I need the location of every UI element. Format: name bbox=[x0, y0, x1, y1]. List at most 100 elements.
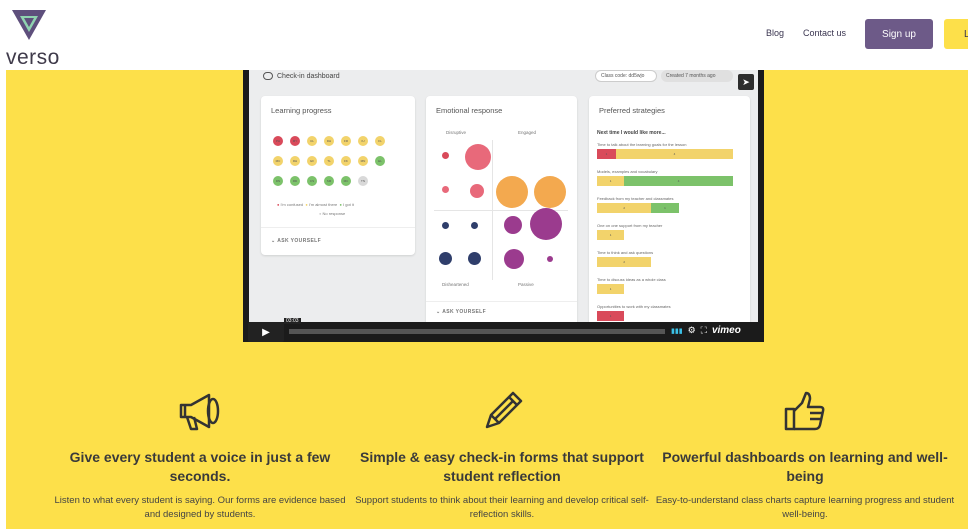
nav-contact-us[interactable]: Contact us bbox=[803, 28, 846, 38]
bubble bbox=[468, 252, 481, 265]
student-dot[interactable]: CS bbox=[307, 176, 317, 186]
bubble bbox=[534, 176, 566, 208]
time-indicator: 03:03 bbox=[284, 318, 301, 324]
strategies-heading: Next time I would like more... bbox=[597, 130, 666, 136]
nav-blog[interactable]: Blog bbox=[766, 28, 784, 38]
strategy-bar-segment: 1 bbox=[597, 176, 625, 186]
student-dot[interactable]: GF bbox=[307, 156, 317, 166]
student-dot[interactable]: FK bbox=[341, 156, 351, 166]
strategy-label: Models, examples and vocabulary bbox=[597, 169, 658, 174]
strategy-bar: 1 bbox=[597, 311, 625, 321]
card-title: Learning progress bbox=[271, 106, 332, 115]
student-dot[interactable]: MC bbox=[341, 176, 351, 186]
student-dot[interactable]: CL bbox=[307, 136, 317, 146]
student-dot[interactable]: PH bbox=[273, 136, 283, 146]
ask-yourself-toggle[interactable]: ⌄ ASK YOURSELF bbox=[271, 238, 321, 244]
emotional-response-card: Emotional response Disruptive Engaged Di… bbox=[426, 96, 577, 322]
strategy-bar: 1 bbox=[597, 284, 625, 294]
quadrant-label: Passive bbox=[518, 282, 534, 287]
feature-description: Listen to what every student is saying. … bbox=[54, 495, 346, 520]
feature-dashboards: Powerful dashboards on learning and well… bbox=[655, 387, 955, 522]
play-button[interactable]: ▶ bbox=[248, 322, 284, 342]
preferred-strategies-card: Preferred strategies Next time I would l… bbox=[589, 96, 750, 322]
card-title: Emotional response bbox=[436, 106, 503, 115]
feature-title: Give every student a voice in just a few… bbox=[69, 449, 331, 484]
strategy-bar-segment: 4 bbox=[624, 176, 733, 186]
legend-almost: I'm almost there bbox=[308, 202, 338, 207]
strategy-bar-segment: 1 bbox=[597, 311, 625, 321]
send-icon[interactable]: ➤ bbox=[738, 74, 754, 90]
megaphone-icon bbox=[175, 387, 225, 437]
divider bbox=[261, 227, 415, 228]
logo-icon bbox=[12, 10, 46, 40]
ask-label: ASK YOURSELF bbox=[442, 309, 487, 315]
video-screen[interactable]: Check-in dashboard Class code: dd5wjo Cr… bbox=[249, 70, 758, 322]
dashboard-title: Check-in dashboard bbox=[263, 72, 340, 80]
strategy-bar-segment: 1 bbox=[597, 149, 617, 159]
site-header: verso Blog Contact us Sign up L bbox=[0, 0, 968, 70]
bubble bbox=[471, 222, 478, 229]
student-dot[interactable]: SM bbox=[324, 176, 334, 186]
bubble bbox=[504, 216, 522, 234]
student-dot[interactable]: TN bbox=[358, 176, 368, 186]
strategy-bar: 21 bbox=[597, 203, 679, 213]
strategy-label: Time to think and ask questions bbox=[597, 250, 654, 255]
strategy-bar-segment: 1 bbox=[651, 203, 679, 213]
logo-text: verso bbox=[6, 46, 60, 69]
video-controls: ▶ 03:03 ▮▮▮ ⚙ ⛶ vimeo bbox=[243, 318, 764, 342]
strategy-label: Feedback from my teacher and classmates bbox=[597, 196, 674, 201]
bubble bbox=[442, 186, 449, 193]
chat-bubble-icon bbox=[263, 72, 273, 80]
card-title: Preferred strategies bbox=[599, 106, 665, 115]
student-dot[interactable]: TL bbox=[324, 156, 334, 166]
feature-title: Powerful dashboards on learning and well… bbox=[662, 449, 948, 484]
progress-track[interactable] bbox=[289, 329, 665, 334]
legend: ● I'm confused ● I'm almost there ● I go… bbox=[277, 202, 354, 207]
bubble bbox=[442, 222, 449, 229]
student-dot[interactable]: DH bbox=[324, 136, 334, 146]
student-dot[interactable]: MY bbox=[290, 136, 300, 146]
control-icons: ▮▮▮ ⚙ ⛶ vimeo bbox=[671, 325, 741, 336]
quadrant-label: Engaged bbox=[518, 130, 537, 135]
strategy-bar: 2 bbox=[597, 257, 652, 267]
student-dot[interactable]: FR bbox=[341, 136, 351, 146]
vimeo-logo[interactable]: vimeo bbox=[712, 325, 741, 336]
student-dot[interactable]: RH bbox=[290, 156, 300, 166]
feature-description: Easy-to-understand class charts capture … bbox=[655, 495, 955, 520]
fullscreen-icon[interactable]: ⛶ bbox=[701, 325, 707, 336]
strategy-bar: 14 bbox=[597, 176, 733, 186]
bubble bbox=[547, 256, 553, 262]
thumbs-up-icon bbox=[780, 387, 830, 437]
strategy-label: Opportunities to work with my classmates bbox=[597, 304, 671, 309]
strategy-bar: 1 bbox=[597, 230, 625, 240]
student-dot[interactable]: EL bbox=[375, 156, 385, 166]
student-dot[interactable]: MN bbox=[358, 156, 368, 166]
bubble bbox=[530, 208, 562, 240]
bubble bbox=[470, 184, 484, 198]
logo[interactable]: verso bbox=[6, 8, 66, 69]
bubble bbox=[504, 249, 524, 269]
ask-label: ASK YOURSELF bbox=[277, 238, 322, 244]
legend-no-response: No response bbox=[322, 211, 346, 216]
settings-icon[interactable]: ⚙ bbox=[688, 325, 696, 336]
divider bbox=[426, 301, 577, 302]
login-button[interactable]: L bbox=[944, 19, 968, 49]
quadrant-label: Disruptive bbox=[446, 130, 467, 135]
student-dot[interactable]: IU bbox=[358, 136, 368, 146]
student-dot[interactable]: RD bbox=[290, 176, 300, 186]
dashboard-title-text: Check-in dashboard bbox=[277, 72, 340, 80]
legend-got-it: I got it bbox=[343, 202, 354, 207]
strategy-bar-segment: 2 bbox=[597, 257, 652, 267]
sign-up-button[interactable]: Sign up bbox=[865, 19, 933, 49]
ask-yourself-toggle[interactable]: ⌄ ASK YOURSELF bbox=[436, 309, 486, 315]
student-dot[interactable]: MC bbox=[273, 156, 283, 166]
quadrant-label: Disheartened bbox=[442, 282, 469, 287]
feature-title: Simple & easy check-in forms that suppor… bbox=[360, 449, 644, 484]
student-dot[interactable]: FL bbox=[375, 136, 385, 146]
student-dot[interactable]: DN bbox=[273, 176, 283, 186]
strategy-bar-segment: 2 bbox=[597, 203, 652, 213]
strategy-label: Time to discuss ideas as a whole class bbox=[597, 277, 666, 282]
video-player[interactable]: Check-in dashboard Class code: dd5wjo Cr… bbox=[243, 70, 764, 342]
volume-icon[interactable]: ▮▮▮ bbox=[671, 327, 683, 335]
strategy-bar-segment: 4 bbox=[616, 149, 733, 159]
